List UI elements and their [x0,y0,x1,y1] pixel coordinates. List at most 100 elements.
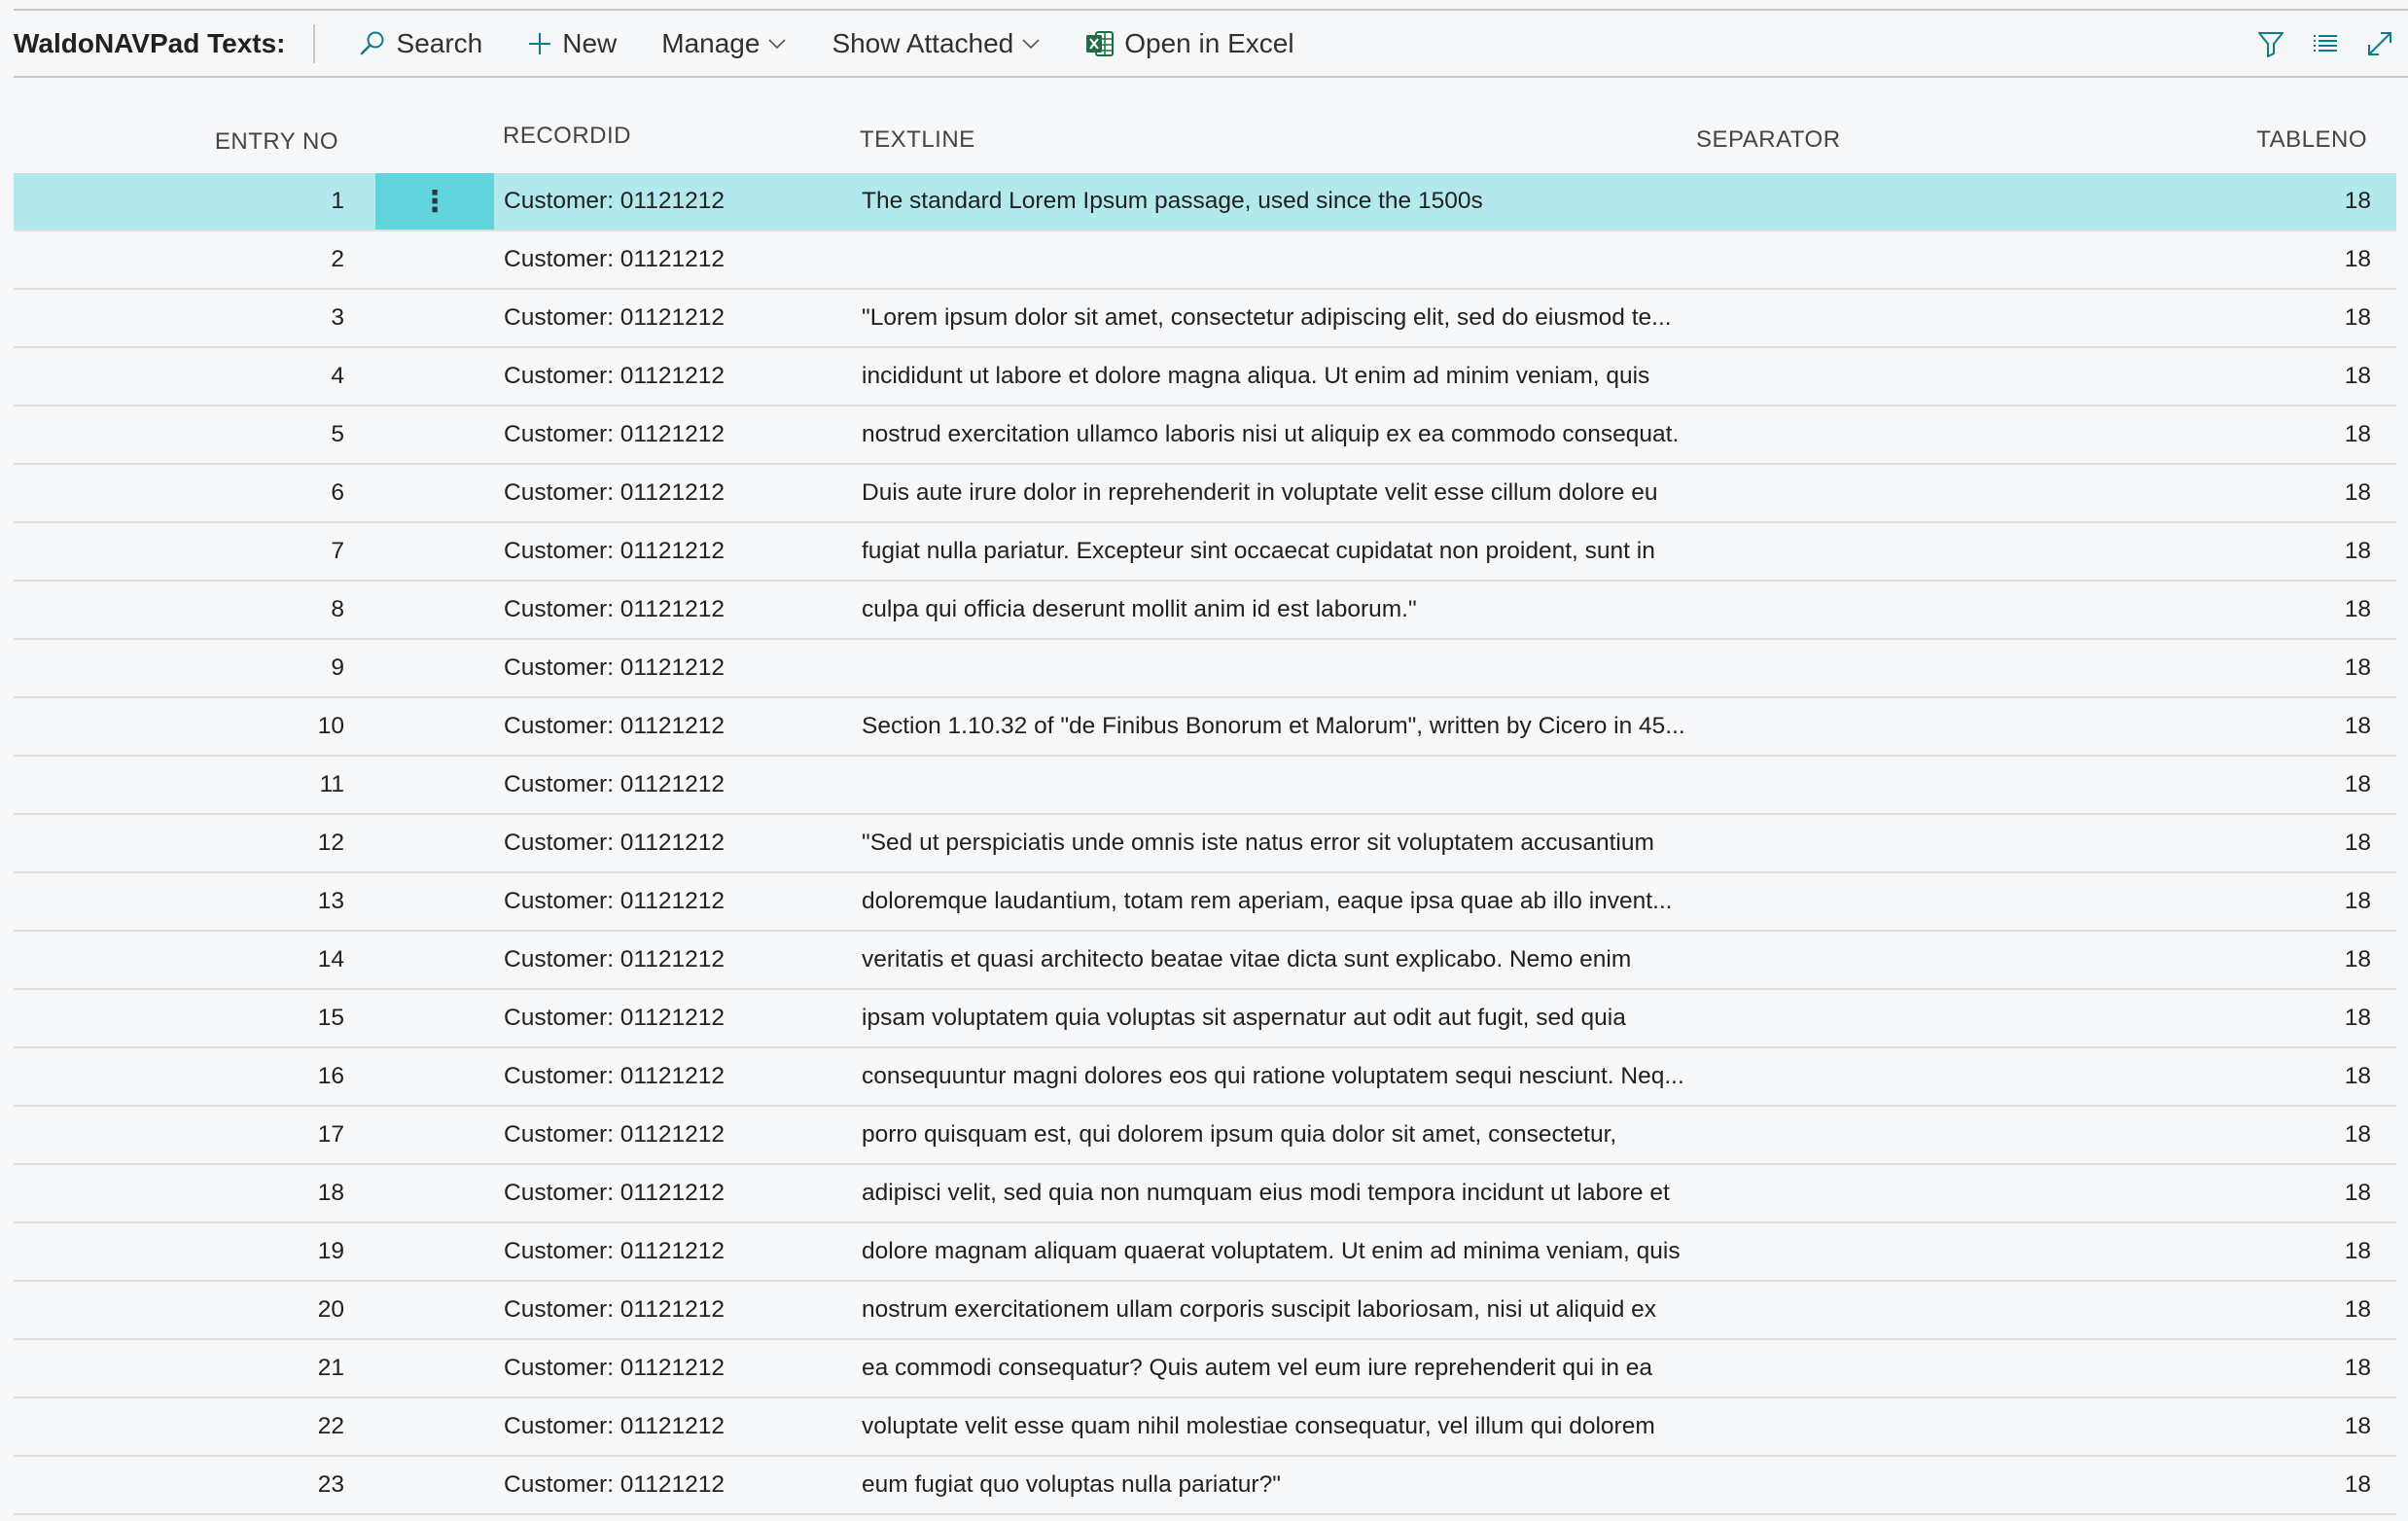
cell-text-line[interactable]: fugiat nulla pariatur. Excepteur sint oc… [862,538,1655,565]
cell-entry-no[interactable]: 3 [331,304,344,332]
cell-record-id[interactable]: Customer: 01121212 [504,1471,725,1499]
cell-entry-no[interactable]: 18 [318,1180,344,1207]
cell-table-no[interactable]: 18 [2345,888,2371,915]
table-row[interactable]: 8 Customer: 01121212 culpa qui officia des… [14,582,2396,640]
table-row[interactable]: 5 Customer: 01121212 nostrud exercitation … [14,407,2396,465]
manage-menu-button[interactable]: Manage [661,18,787,69]
cell-text-line[interactable]: ea commodi consequatur? Quis autem vel e… [862,1355,1652,1382]
cell-entry-no[interactable]: 23 [318,1471,344,1499]
cell-text-line[interactable]: ipsam voluptatem quia voluptas sit asper… [862,1005,1626,1032]
cell-table-no[interactable]: 18 [2345,479,2371,507]
cell-entry-no[interactable]: 2 [331,246,344,273]
cell-record-id[interactable]: Customer: 01121212 [504,1355,725,1382]
cell-table-no[interactable]: 18 [2345,421,2371,448]
show-attached-menu-button[interactable]: Show Attached [832,18,1041,69]
table-row[interactable]: 18 Customer: 01121212 adipisci velit, sed … [14,1165,2396,1223]
cell-entry-no[interactable]: 12 [318,830,344,857]
cell-record-id[interactable]: Customer: 01121212 [504,1063,725,1090]
cell-record-id[interactable]: Customer: 01121212 [504,1180,725,1207]
cell-record-id[interactable]: Customer: 01121212 [504,1121,725,1149]
cell-record-id[interactable]: Customer: 01121212 [504,1296,725,1324]
cell-table-no[interactable]: 18 [2345,304,2371,332]
cell-record-id[interactable]: Customer: 01121212 [504,246,725,273]
cell-table-no[interactable]: 18 [2345,363,2371,390]
cell-entry-no[interactable]: 11 [320,771,344,798]
cell-table-no[interactable]: 18 [2345,1180,2371,1207]
search-button[interactable]: Search [358,18,482,69]
cell-record-id[interactable]: Customer: 01121212 [504,596,725,623]
cell-entry-no[interactable]: 19 [318,1238,344,1265]
cell-table-no[interactable]: 18 [2345,1121,2371,1149]
cell-text-line[interactable]: Duis aute irure dolor in reprehenderit i… [862,479,1657,507]
cell-table-no[interactable]: 18 [2345,771,2371,798]
cell-record-id[interactable]: Customer: 01121212 [504,421,725,448]
table-row[interactable]: 12 Customer: 01121212 "Sed ut perspiciatis… [14,815,2396,873]
cell-entry-no[interactable]: 21 [318,1355,344,1382]
cell-entry-no[interactable]: 8 [331,596,344,623]
cell-text-line[interactable]: Section 1.10.32 of "de Finibus Bonorum e… [862,713,1685,740]
cell-text-line[interactable]: voluptate velit esse quam nihil molestia… [862,1413,1655,1440]
column-header-text-line[interactable]: TEXTLINE [860,126,975,154]
list-view-icon[interactable] [2311,29,2340,58]
table-row[interactable]: 2 Customer: 01121212 18 [14,231,2396,290]
column-header-record-id[interactable]: RECORDID [503,123,631,150]
cell-record-id[interactable]: Customer: 01121212 [504,654,725,682]
cell-text-line[interactable]: nostrum exercitationem ullam corporis su… [862,1296,1656,1324]
cell-text-line[interactable]: "Sed ut perspiciatis unde omnis iste nat… [862,830,1654,857]
cell-table-no[interactable]: 18 [2345,1005,2371,1032]
cell-entry-no[interactable]: 4 [331,363,344,390]
cell-text-line[interactable]: "Lorem ipsum dolor sit amet, consectetur… [862,304,1672,332]
cell-table-no[interactable]: 18 [2345,946,2371,973]
cell-table-no[interactable]: 18 [2345,1296,2371,1324]
cell-entry-no[interactable]: 14 [318,946,344,973]
row-actions-menu-icon[interactable]: ⋮ [375,173,494,230]
cell-entry-no[interactable]: 7 [331,538,344,565]
cell-text-line[interactable]: The standard Lorem Ipsum passage, used s… [862,188,1483,215]
new-button[interactable]: New [527,18,617,69]
cell-text-line[interactable]: nostrud exercitation ullamco laboris nis… [862,421,1679,448]
cell-table-no[interactable]: 18 [2345,538,2371,565]
column-header-separator[interactable]: SEPARATOR [1696,126,1841,154]
cell-entry-no[interactable]: 1 [331,188,344,215]
cell-table-no[interactable]: 18 [2345,654,2371,682]
cell-text-line[interactable]: consequuntur magni dolores eos qui ratio… [862,1063,1684,1090]
cell-table-no[interactable]: 18 [2345,1413,2371,1440]
cell-text-line[interactable]: doloremque laudantium, totam rem aperiam… [862,888,1673,915]
cell-record-id[interactable]: Customer: 01121212 [504,830,725,857]
expand-icon[interactable] [2365,29,2394,58]
cell-text-line[interactable]: veritatis et quasi architecto beatae vit… [862,946,1631,973]
cell-entry-no[interactable]: 10 [318,713,344,740]
open-in-excel-button[interactable]: Open in Excel [1085,18,1294,69]
cell-table-no[interactable]: 18 [2345,1063,2371,1090]
table-row[interactable]: 7 Customer: 01121212 fugiat nulla pariatur… [14,523,2396,582]
cell-table-no[interactable]: 18 [2345,1238,2371,1265]
cell-table-no[interactable]: 18 [2345,1471,2371,1499]
cell-text-line[interactable]: porro quisquam est, qui dolorem ipsum qu… [862,1121,1616,1149]
cell-table-no[interactable]: 18 [2345,830,2371,857]
cell-text-line[interactable]: incididunt ut labore et dolore magna ali… [862,363,1649,390]
cell-text-line[interactable]: eum fugiat quo voluptas nulla pariatur?" [862,1471,1281,1499]
table-row[interactable]: 10 Customer: 01121212 Section 1.10.32 of "… [14,698,2396,757]
table-row[interactable]: 16 Customer: 01121212 consequuntur magni d… [14,1048,2396,1107]
cell-table-no[interactable]: 18 [2345,713,2371,740]
cell-record-id[interactable]: Customer: 01121212 [504,713,725,740]
table-row[interactable]: 6 Customer: 01121212 Duis aute irure dolor… [14,465,2396,523]
cell-text-line[interactable]: dolore magnam aliquam quaerat voluptatem… [862,1238,1681,1265]
table-row[interactable]: 14 Customer: 01121212 veritatis et quasi a… [14,932,2396,990]
table-row[interactable]: 11 Customer: 01121212 18 [14,757,2396,815]
table-row[interactable]: 22 Customer: 01121212 voluptate velit esse… [14,1398,2396,1457]
cell-entry-no[interactable]: 5 [331,421,344,448]
cell-entry-no[interactable]: 9 [331,654,344,682]
table-row[interactable]: 4 Customer: 01121212 incididunt ut labore … [14,348,2396,407]
table-row[interactable]: 1 ⋮ Customer: 01121212 The standard Lorem I… [14,173,2396,231]
table-row[interactable]: 9 Customer: 01121212 18 [14,640,2396,698]
cell-record-id[interactable]: Customer: 01121212 [504,1005,725,1032]
cell-record-id[interactable]: Customer: 01121212 [504,363,725,390]
cell-table-no[interactable]: 18 [2345,1355,2371,1382]
table-row[interactable]: 19 Customer: 01121212 dolore magnam aliqua… [14,1223,2396,1282]
cell-entry-no[interactable]: 20 [318,1296,344,1324]
cell-entry-no[interactable]: 6 [331,479,344,507]
cell-table-no[interactable]: 18 [2345,188,2371,215]
column-header-entry-no[interactable]: ENTRY NO [215,128,338,156]
cell-record-id[interactable]: Customer: 01121212 [504,538,725,565]
